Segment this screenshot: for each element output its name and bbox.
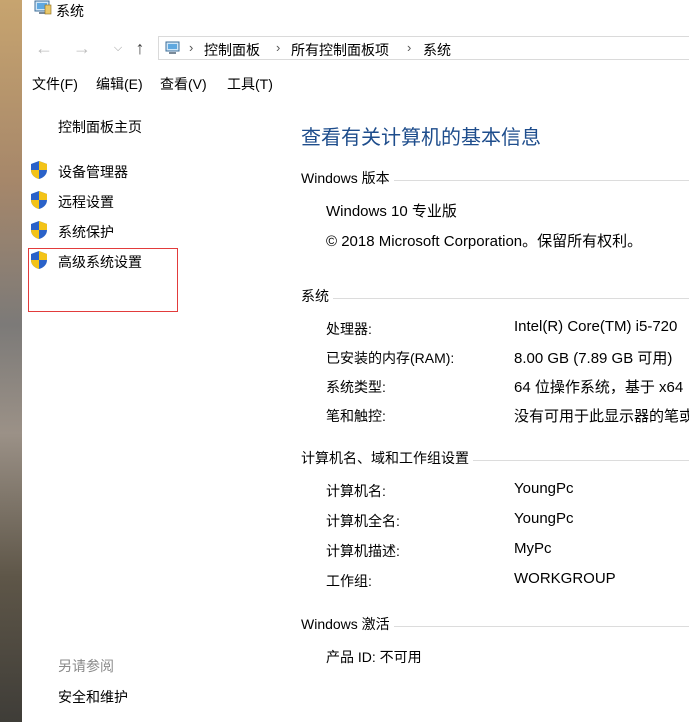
windows-edition-value: Windows 10 专业版 — [326, 203, 457, 220]
ram-value: 8.00 GB (7.89 GB 可用) — [514, 350, 673, 367]
processor-label: 处理器: — [326, 321, 372, 337]
ram-label: 已安装的内存(RAM): — [326, 350, 455, 366]
section-heading-system: 系统 — [301, 286, 333, 306]
breadcrumb-all-items[interactable]: 所有控制面板项 — [291, 40, 389, 60]
sidebar-item-remote-settings[interactable]: 远程设置 — [58, 192, 114, 212]
computer-icon — [34, 0, 52, 16]
system-type-label: 系统类型: — [326, 379, 386, 395]
computer-name-value: YoungPc — [514, 480, 574, 497]
menu-view[interactable]: 查看(V) — [160, 74, 207, 94]
workgroup-label: 工作组: — [326, 573, 372, 589]
uac-shield-icon — [30, 160, 48, 180]
menu-edit[interactable]: 编辑(E) — [96, 74, 143, 94]
full-computer-name-value: YoungPc — [514, 510, 574, 527]
computer-description-value: MyPc — [514, 540, 552, 557]
product-id-text: 产品 ID: 不可用 — [326, 649, 422, 665]
menu-file[interactable]: 文件(F) — [32, 74, 78, 94]
see-also-heading: 另请参阅 — [58, 658, 114, 674]
pen-touch-label: 笔和触控: — [326, 408, 386, 424]
back-arrow-icon[interactable]: ← — [34, 38, 54, 58]
highlight-annotation-box — [28, 248, 178, 312]
control-panel-home-link[interactable]: 控制面板主页 — [58, 117, 142, 137]
full-computer-name-label: 计算机全名: — [326, 513, 400, 529]
breadcrumb-chevron-icon[interactable]: › — [407, 40, 411, 55]
system-window: 系统 ← → ⌵ ↑ › 控制面板 › 所有控制面板项 › 系统 文件(F) 编… — [22, 0, 689, 722]
sidebar-item-system-protection[interactable]: 系统保护 — [58, 222, 114, 242]
title-bar: 系统 — [22, 0, 689, 22]
copyright-text: © 2018 Microsoft Corporation。保留所有权利。 — [326, 233, 643, 250]
computer-description-label: 计算机描述: — [326, 543, 400, 559]
recent-locations-chevron-icon[interactable]: ⌵ — [108, 38, 128, 58]
desktop-background — [0, 0, 22, 722]
uac-shield-icon — [30, 220, 48, 240]
breadcrumb-system[interactable]: 系统 — [423, 40, 451, 60]
page-title: 查看有关计算机的基本信息 — [301, 127, 541, 149]
workgroup-value: WORKGROUP — [514, 570, 616, 587]
menu-bar: 文件(F) 编辑(E) 查看(V) 工具(T) — [22, 72, 689, 96]
section-heading-computer-name: 计算机名、域和工作组设置 — [301, 448, 473, 468]
control-panel-icon — [164, 40, 182, 56]
uac-shield-icon — [30, 190, 48, 210]
address-bar[interactable]: › 控制面板 › 所有控制面板项 › 系统 — [158, 36, 689, 60]
window-title: 系统 — [56, 3, 84, 19]
menu-tools[interactable]: 工具(T) — [227, 74, 273, 94]
breadcrumb-chevron-icon[interactable]: › — [276, 40, 280, 55]
navigation-bar: ← → ⌵ ↑ › 控制面板 › 所有控制面板项 › 系统 — [22, 32, 689, 64]
section-heading-windows-edition: Windows 版本 — [301, 168, 394, 188]
computer-name-label: 计算机名: — [326, 483, 386, 499]
breadcrumb-control-panel[interactable]: 控制面板 — [204, 40, 260, 60]
sidebar-item-device-manager[interactable]: 设备管理器 — [58, 162, 128, 182]
processor-value: Intel(R) Core(TM) i5-720 — [514, 318, 678, 335]
section-divider — [301, 298, 689, 299]
section-heading-windows-activation: Windows 激活 — [301, 614, 394, 634]
security-and-maintenance-link[interactable]: 安全和维护 — [58, 687, 128, 707]
system-type-value: 64 位操作系统，基于 x64 — [514, 379, 684, 396]
breadcrumb-chevron-icon[interactable]: › — [189, 40, 193, 55]
forward-arrow-icon[interactable]: → — [72, 38, 92, 58]
pen-touch-value: 没有可用于此显示器的笔或 — [514, 408, 689, 425]
up-arrow-icon[interactable]: ↑ — [130, 38, 150, 58]
